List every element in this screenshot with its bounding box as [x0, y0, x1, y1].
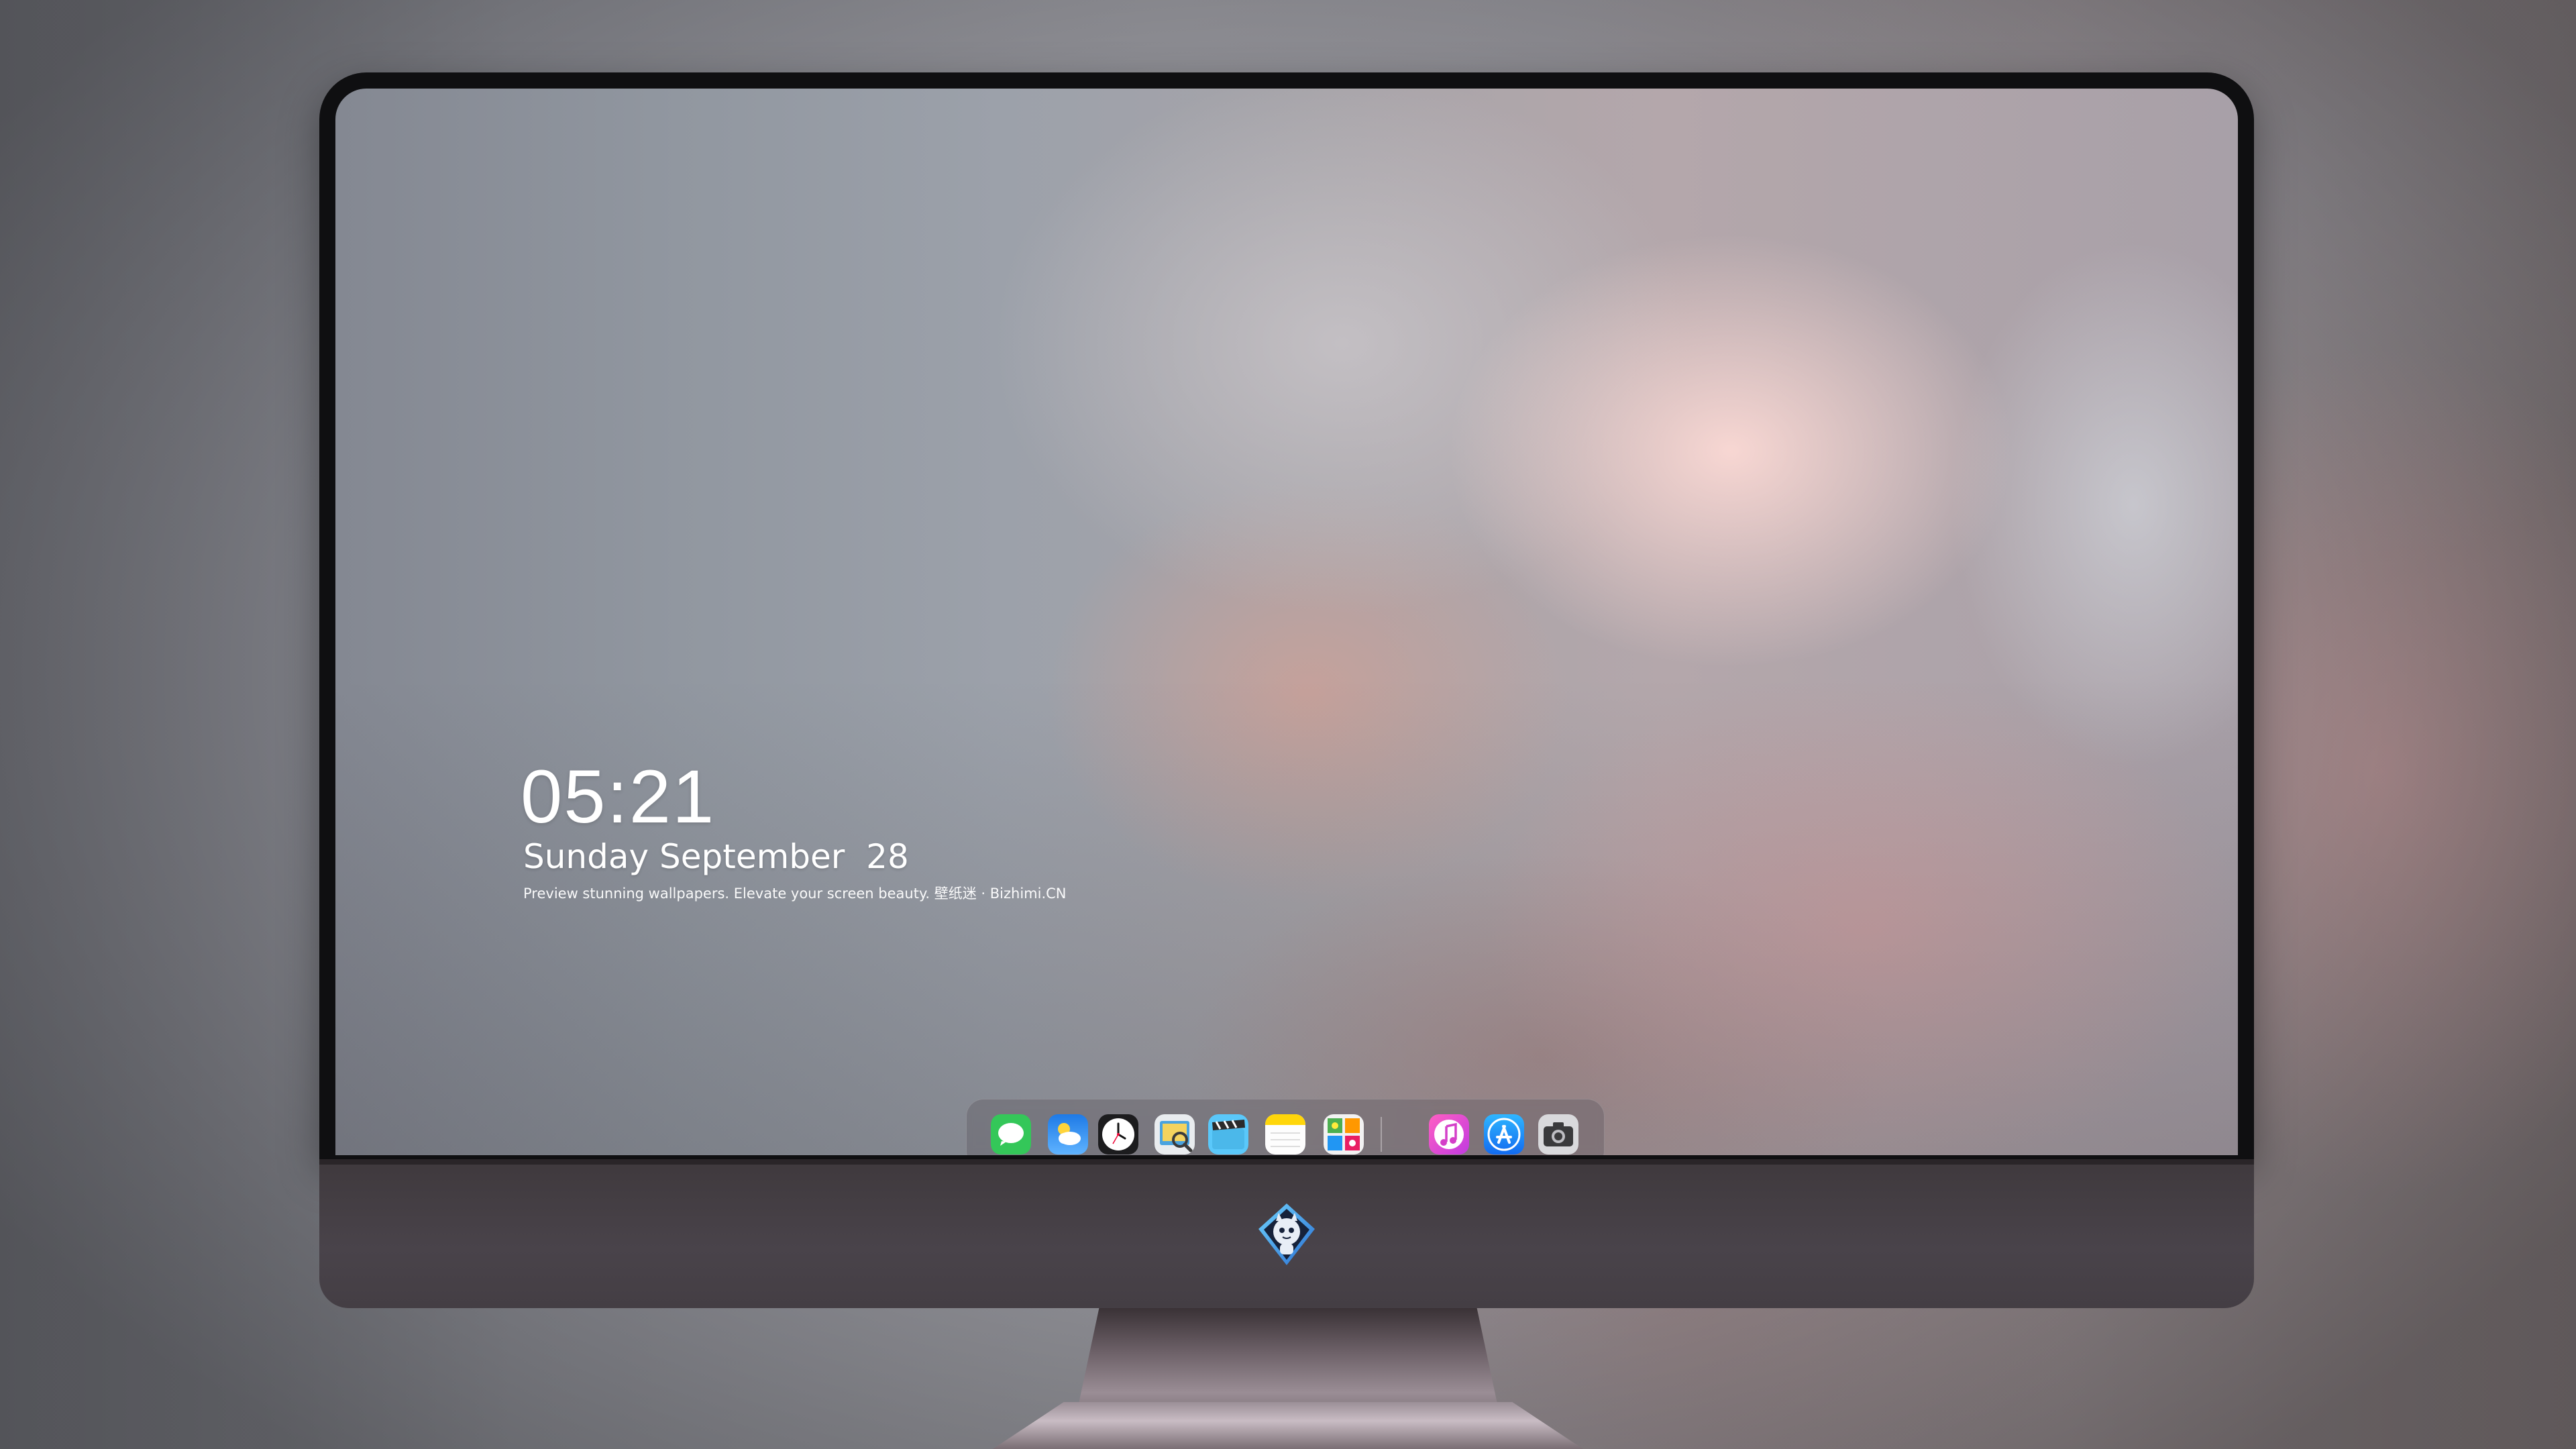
monitor-chin-edge — [319, 1159, 2254, 1165]
music-icon[interactable] — [1429, 1114, 1469, 1155]
camera-icon[interactable] — [1538, 1114, 1578, 1155]
lock-screen[interactable]: 05:21 Sunday September 28 Preview stunni… — [335, 89, 2238, 1155]
lock-screen-tagline: Preview stunning wallpapers. Elevate you… — [523, 885, 1067, 902]
messages-icon[interactable] — [991, 1114, 1031, 1155]
desktop-monitor: 05:21 Sunday September 28 Preview stunni… — [319, 72, 2254, 1308]
dock — [966, 1099, 1605, 1155]
dragon-mascot-logo-icon — [1253, 1201, 1320, 1268]
monitor-stand-base — [993, 1402, 1583, 1449]
notes-icon[interactable] — [1265, 1114, 1305, 1155]
preview-icon[interactable] — [1155, 1114, 1195, 1155]
monitor-bezel: 05:21 Sunday September 28 Preview stunni… — [319, 72, 2254, 1159]
lock-screen-time: 05:21 — [521, 755, 716, 839]
photo-booth-icon[interactable] — [1324, 1114, 1364, 1155]
clips-icon[interactable] — [1208, 1114, 1248, 1155]
lock-screen-date: Sunday September 28 — [523, 837, 909, 876]
app-store-icon[interactable] — [1484, 1114, 1524, 1155]
dock-separator — [1381, 1117, 1382, 1152]
wallpaper-shade — [335, 89, 2238, 1155]
weather-icon[interactable] — [1048, 1114, 1088, 1155]
clock-icon[interactable] — [1098, 1114, 1138, 1155]
